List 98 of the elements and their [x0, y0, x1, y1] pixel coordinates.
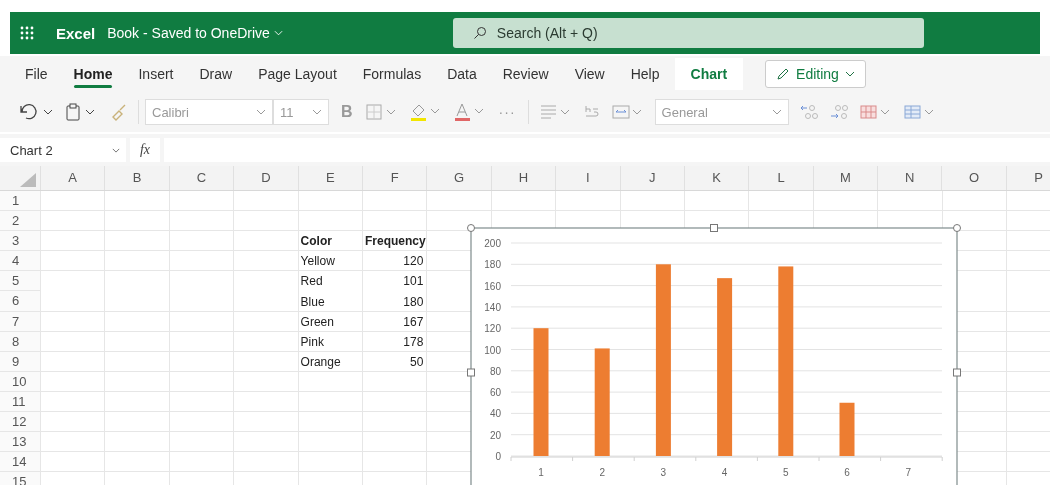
ribbon-tab[interactable]: Home: [62, 58, 124, 90]
y-axis-label: 60: [489, 387, 501, 399]
ribbon-tab[interactable]: Data: [436, 58, 488, 90]
column-header[interactable]: E: [297, 166, 362, 190]
ribbon-tab[interactable]: File: [14, 58, 59, 90]
column-header[interactable]: I: [555, 166, 620, 190]
table-cell: Yellow: [300, 254, 335, 269]
row-header[interactable]: 4: [0, 251, 40, 272]
row-header[interactable]: 1: [0, 191, 40, 212]
format-painter-icon[interactable]: [110, 103, 128, 121]
row-header[interactable]: 3: [0, 231, 40, 252]
resize-handle[interactable]: [710, 224, 718, 232]
row-header[interactable]: 2: [0, 211, 40, 232]
column-header[interactable]: M: [812, 166, 878, 190]
table-cell: 180: [403, 294, 424, 309]
y-axis-label: 20: [489, 429, 501, 441]
x-axis-label: 4: [721, 467, 728, 478]
resize-handle[interactable]: [953, 224, 961, 232]
row-header[interactable]: 14: [0, 452, 40, 473]
row-header[interactable]: 11: [0, 391, 40, 413]
ribbon-tab[interactable]: Help: [619, 58, 671, 90]
ribbon-tab[interactable]: Insert: [127, 58, 185, 90]
column-header[interactable]: D: [233, 166, 298, 190]
resize-handle[interactable]: [467, 368, 475, 377]
column-header[interactable]: P: [1005, 166, 1050, 190]
column-header[interactable]: L: [748, 166, 813, 190]
row-header[interactable]: 12: [0, 412, 40, 433]
chevron-icon: [273, 30, 283, 36]
ribbon-tab[interactable]: View: [563, 58, 616, 90]
search-field[interactable]: Search (Alt + Q): [452, 18, 924, 48]
document-title[interactable]: Book - Saved to OneDrive: [107, 25, 283, 41]
y-axis-label: 160: [484, 280, 501, 292]
column-header[interactable]: G: [426, 166, 491, 190]
y-axis-label: 0: [495, 451, 501, 462]
increase-decimal-icon[interactable]: [798, 103, 819, 121]
chevron-icon: [312, 109, 322, 115]
y-axis-label: 100: [484, 344, 501, 356]
table-cell: 167: [403, 314, 424, 329]
column-header[interactable]: K: [683, 166, 749, 190]
x-axis-label: 1: [538, 467, 544, 478]
pencil-icon: [776, 67, 791, 81]
column-header[interactable]: N: [877, 166, 942, 190]
column-header[interactable]: C: [168, 166, 234, 190]
column-header[interactable]: A: [40, 166, 105, 190]
y-axis-label: 80: [489, 365, 501, 377]
column-header[interactable]: H: [490, 166, 556, 190]
y-axis-label: 140: [484, 301, 501, 313]
chevron-icon: [112, 147, 120, 153]
row-header[interactable]: 7: [0, 311, 40, 332]
row-header[interactable]: 9: [0, 351, 40, 372]
select-all-icon[interactable]: [20, 173, 36, 187]
y-axis-label: 40: [489, 408, 501, 420]
app-name: Excel: [56, 24, 96, 42]
chevron-icon: [771, 109, 782, 115]
chevron-icon: [844, 71, 855, 77]
search-icon: [472, 26, 487, 40]
table-cell: 178: [403, 334, 424, 349]
y-axis-label: 180: [484, 259, 501, 271]
column-header[interactable]: O: [941, 166, 1006, 190]
x-axis-label: 3: [660, 467, 667, 478]
column-header[interactable]: J: [619, 166, 684, 190]
x-axis-label: 7: [905, 467, 911, 478]
table-cell: Pink: [300, 334, 324, 349]
editing-mode-button[interactable]: Editing: [765, 60, 866, 88]
row-header[interactable]: 8: [0, 331, 40, 352]
table-cell: Orange: [300, 354, 341, 369]
table-cell: 101: [403, 274, 424, 289]
column-header[interactable]: B: [104, 166, 169, 190]
ribbon-tab[interactable]: Draw: [188, 58, 244, 90]
column-header[interactable]: F: [361, 166, 427, 190]
row-header[interactable]: 10: [0, 371, 40, 392]
ribbon-tab[interactable]: Review: [491, 58, 560, 90]
table-cell: 120: [403, 254, 424, 269]
table-cell: 50: [410, 354, 424, 369]
resize-handle[interactable]: [953, 368, 961, 377]
table-cell: Blue: [300, 294, 325, 309]
row-header[interactable]: 6: [0, 291, 40, 312]
y-axis-label: 120: [484, 323, 501, 335]
table-cell: Green: [300, 314, 334, 329]
table-cell: Red: [300, 274, 323, 289]
ribbon-tab[interactable]: Chart: [674, 58, 744, 90]
row-header[interactable]: 5: [0, 271, 40, 292]
name-box[interactable]: Chart 2: [0, 138, 126, 162]
table-cell: Color: [300, 234, 332, 249]
app-launcher-icon[interactable]: [20, 26, 34, 40]
insert-function-button[interactable]: fx: [130, 138, 160, 162]
x-axis-label: 6: [844, 467, 850, 478]
y-axis-label: 200: [484, 238, 501, 249]
ribbon-tab[interactable]: Page Layout: [247, 58, 348, 90]
x-axis-label: 5: [783, 467, 789, 478]
undo-icon[interactable]: [18, 103, 54, 121]
table-cell: Frequency: [364, 234, 426, 249]
chevron-icon: [256, 109, 266, 115]
decrease-decimal-icon[interactable]: [828, 103, 849, 121]
ribbon-tab[interactable]: Formulas: [351, 58, 433, 90]
x-axis-label: 2: [599, 467, 605, 478]
row-header[interactable]: 13: [0, 432, 40, 453]
resize-handle[interactable]: [467, 224, 475, 232]
